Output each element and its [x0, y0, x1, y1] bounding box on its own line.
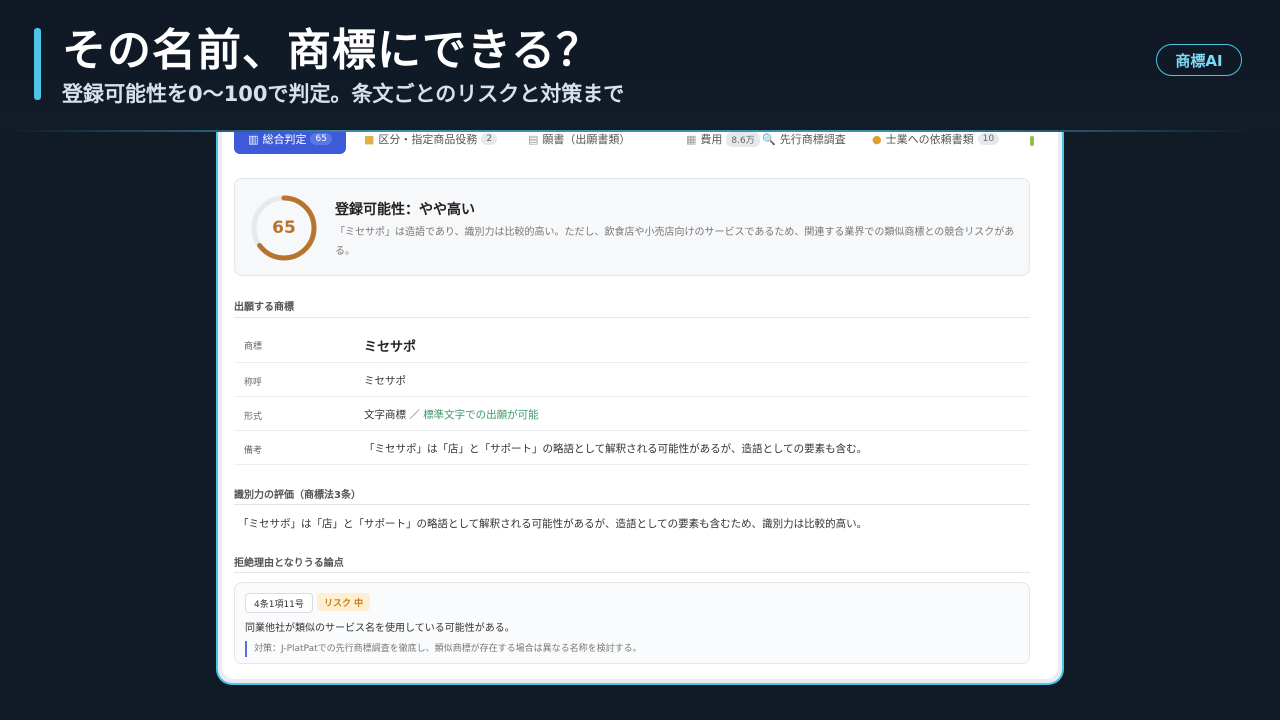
handshake-icon: ● — [872, 132, 882, 146]
score-card: 65 登録可能性：やや高い 「ミセサポ」は造語であり、識別力は比較的高い。ただし… — [234, 178, 1030, 276]
table-row: 称呼 ミセサポ — [234, 362, 1030, 397]
row-key: 備考 — [244, 446, 263, 456]
tab-label: 費用 — [700, 133, 723, 146]
tab-count: 10 — [977, 133, 1000, 145]
money-icon: ▦ — [686, 132, 697, 146]
tab-classes[interactable]: ■ 区分・指定商品役務 2 — [364, 132, 498, 154]
tab-cost[interactable]: ▦ 費用 8.6万 — [686, 132, 760, 154]
document-icon: ▤ — [528, 132, 539, 146]
score-description: 「ミセサポ」は造語であり、識別力は比較的高い。ただし、飲食店や小売店向けのサービ… — [335, 227, 1015, 257]
row-key: 商標 — [244, 342, 263, 352]
row-value: ミセサポ — [364, 340, 417, 355]
tab-label: 総合判定 — [262, 133, 307, 146]
table-row: 備考 「ミセサポ」は「店」と「サポート」の略語として解釈される可能性があるが、造… — [234, 430, 1030, 465]
table-row: 商標 ミセサポ — [234, 326, 1030, 363]
risk-description: 同業他社が類似のサービス名を使用している可能性がある。 — [245, 623, 515, 634]
app-screen: ▥ 総合判定 65 ■ 区分・指定商品役務 2 ▤ 願書（出願書類） ▦ 費用 … — [222, 132, 1058, 679]
banner-subtitle: 登録可能性を0〜100で判定。条文ごとのリスクと対策まで — [62, 82, 625, 106]
row-value: ミセサポ — [364, 375, 406, 387]
tab-label: 先行商標調査 — [779, 133, 846, 146]
score-value: 65 — [272, 218, 296, 238]
distinctiveness-text: 「ミセサポ」は「店」と「サポート」の略語として解釈される可能性があるが、造語とし… — [238, 518, 868, 530]
header-banner: その名前、商標にできる？ 登録可能性を0〜100で判定。条文ごとのリスクと対策ま… — [0, 0, 1280, 132]
product-badge: 商標AI — [1156, 44, 1242, 76]
tab-count: 8.6万 — [726, 132, 760, 147]
risk-item-card: 4条1項11号 リスク 中 同業他社が類似のサービス名を使用している可能性がある… — [234, 582, 1030, 664]
tab-overflow-indicator — [1030, 136, 1034, 146]
section-heading-mark: 出願する商標 — [234, 302, 294, 313]
row-key: 称呼 — [244, 378, 263, 388]
row-value: 「ミセサポ」は「店」と「サポート」の略語として解釈される可能性があるが、造語とし… — [364, 443, 868, 455]
tab-overall[interactable]: ▥ 総合判定 65 — [234, 132, 346, 154]
chart-icon: ▥ — [248, 132, 259, 146]
format-note: 標準文字での出願が可能 — [423, 409, 539, 421]
tab-count: 65 — [310, 133, 332, 145]
tab-prior-search[interactable]: 🔍 先行商標調査 — [762, 132, 846, 154]
tab-professional-docs[interactable]: ● 士業への依頼書類 10 — [872, 132, 1000, 154]
risk-badge: リスク 中 — [317, 593, 371, 611]
tab-count: 2 — [481, 133, 498, 145]
format-value: 文字商標 — [364, 409, 406, 421]
divider — [234, 504, 1030, 505]
format-separator: ／ — [406, 409, 424, 421]
tab-label: 士業への依頼書類 — [885, 133, 974, 146]
tab-bar: ▥ 総合判定 65 ■ 区分・指定商品役務 2 ▤ 願書（出願書類） ▦ 費用 … — [222, 132, 1058, 156]
tab-application[interactable]: ▤ 願書（出願書類） — [528, 132, 630, 154]
accent-bar — [34, 28, 41, 100]
app-window: ▥ 総合判定 65 ■ 区分・指定商品役務 2 ▤ 願書（出願書類） ▦ 費用 … — [216, 132, 1064, 685]
table-row: 形式 文字商標 ／ 標準文字での出願が可能 — [234, 396, 1030, 431]
divider — [234, 317, 1030, 318]
divider — [234, 572, 1030, 573]
search-icon: 🔍 — [762, 132, 776, 146]
row-key: 形式 — [244, 412, 263, 422]
banner-title: その名前、商標にできる？ — [62, 25, 602, 76]
score-title: 登録可能性：やや高い — [335, 202, 475, 218]
section-heading-refusal: 拒絶理由となりうる論点 — [234, 558, 344, 569]
article-tag: 4条1項11号 — [245, 593, 313, 613]
tab-label: 区分・指定商品役務 — [378, 133, 478, 146]
row-value: 文字商標 ／ 標準文字での出願が可能 — [364, 407, 539, 422]
tab-label: 願書（出願書類） — [542, 133, 631, 146]
folder-icon: ■ — [364, 132, 375, 146]
countermeasure: 対策：J-PlatPatでの先行商標調査を徹底し、類似商標が存在する場合は異なる… — [245, 641, 642, 657]
section-heading-distinctiveness: 識別力の評価（商標法3条） — [234, 490, 361, 501]
